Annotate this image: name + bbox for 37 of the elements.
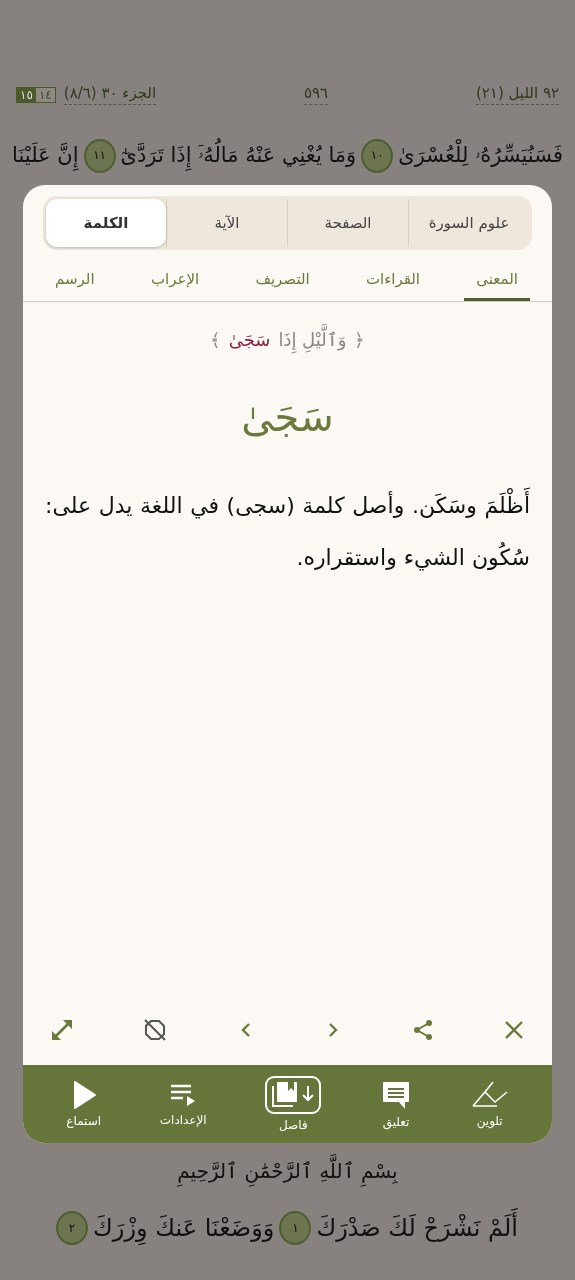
sub-tab[interactable]: الإعراب [138,264,212,301]
verse-text: أَلَمْ نَشْرَحْ لَكَ صَدْرَكَ [315,1204,519,1252]
color-button[interactable]: تلوين [464,1079,515,1129]
quote-bracket: ﴾ [208,328,222,352]
segment-tab[interactable]: علوم السورة [408,199,529,247]
sub-tab[interactable]: التصريف [243,264,322,301]
settings-button[interactable]: الإعدادات [153,1080,213,1128]
comment-icon [380,1079,412,1111]
hizb-badge: ١٥ [17,87,36,102]
sub-tab[interactable]: القراءات [353,264,433,301]
verse-number: ١٠ [361,138,394,173]
verse-number: ٢ [56,1211,89,1246]
highlighter-icon [470,1080,509,1110]
meaning-text: أَظْلَمَ وسَكَن. وأصل كلمة (سجى) في اللغة يدل على: سُكُون الشيء واستقراره. [45,480,530,585]
basmala-text: بِسْمِ ٱللَّهِ ٱلرَّحْمَٰنِ ٱلرَّحِيمِ [176,1150,399,1191]
hizb-badge: ١٤ [35,87,55,102]
sub-tab[interactable]: المعنى [464,264,530,301]
verse-text: وَوَضَعْنَا عَنكَ وِزْرَكَ [92,1204,276,1252]
bookmark-button[interactable]: فاصل [259,1075,328,1133]
quote-bracket: ﴿ [353,328,367,352]
verse-number: ١١ [83,138,116,173]
surah-label[interactable]: ٩٢ الليل (٢١) [475,84,559,105]
verse-number: ١ [279,1211,312,1246]
bookmark-icon [265,1076,322,1114]
verse-quote: وَٱلَّيْلِ إِذَا [277,322,348,359]
highlighted-word: سَجَىٰ [227,328,272,352]
verse-text: وَمَا يُغْنِي عَنْهُ مَالُهُۥٓ إِذَا تَرَدَّىٰٓ [119,135,358,177]
juz-label[interactable]: الجزء ٣٠ (٨/٦) [63,84,157,105]
comment-button[interactable]: تعليق [374,1078,418,1130]
verse-text: فَسَنُيَسِّرُهُۥ لِلْعُسْرَىٰ [397,135,564,177]
verse-text: إِنَّ عَلَيْنَا [11,135,80,177]
segment-tab[interactable]: الكلمة [46,199,166,247]
segment-tab[interactable]: الصفحة [287,199,408,247]
page-number[interactable]: ٥٩٦ [303,84,329,105]
word-title: سَجَىٰ [240,394,335,441]
sub-tab[interactable]: الرسم [43,264,107,301]
play-button[interactable]: استماع [60,1079,108,1129]
